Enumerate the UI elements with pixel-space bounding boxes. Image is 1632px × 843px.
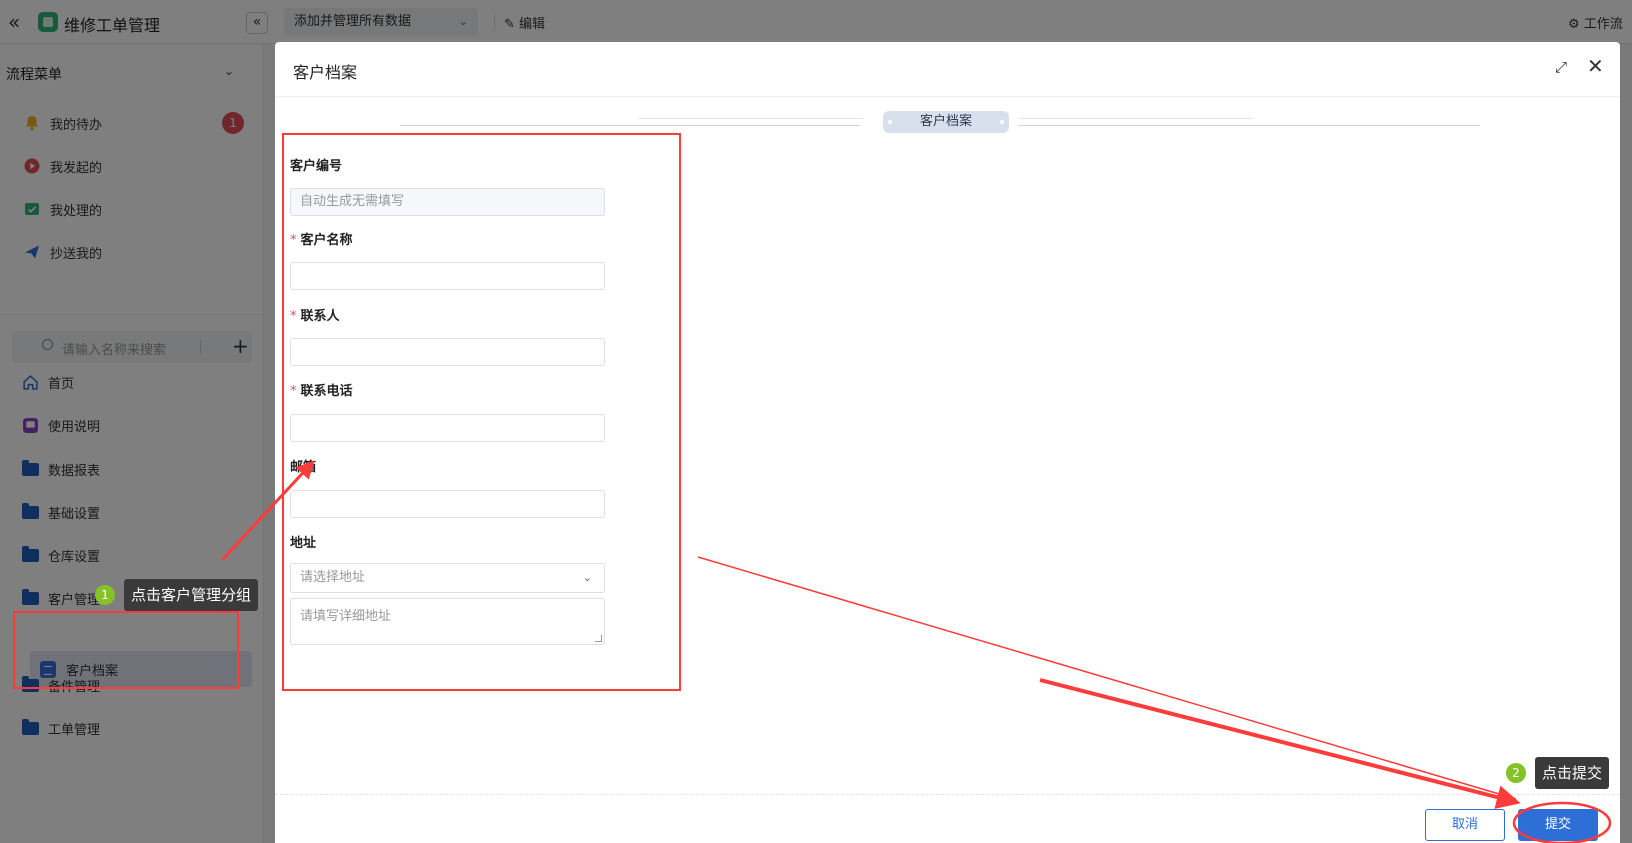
dialog-header: 客户档案 ⤢ ✕ — [275, 42, 1620, 97]
step-2-badge: 2 — [1506, 763, 1526, 783]
tooltip-click-customer-group: 点击客户管理分组 — [124, 579, 259, 611]
dialog-title: 客户档案 — [293, 63, 358, 82]
section-divider-right — [1018, 125, 1480, 126]
section-divider-right — [1018, 118, 1254, 119]
submit-button[interactable]: 提交 — [1518, 809, 1598, 841]
customer-management-highlight-box — [13, 611, 239, 689]
close-icon[interactable]: ✕ — [1587, 54, 1604, 78]
cancel-button[interactable]: 取消 — [1425, 809, 1505, 841]
section-divider-left — [638, 118, 863, 119]
tooltip-click-submit: 点击提交 — [1535, 757, 1610, 789]
form-highlight-box — [282, 133, 681, 691]
step-1-badge: 1 — [95, 585, 115, 605]
section-divider-left — [400, 125, 860, 126]
footer-divider — [275, 794, 1620, 795]
fullscreen-icon[interactable]: ⤢ — [1555, 58, 1567, 76]
section-title-tag: 客户档案 — [883, 111, 1009, 133]
